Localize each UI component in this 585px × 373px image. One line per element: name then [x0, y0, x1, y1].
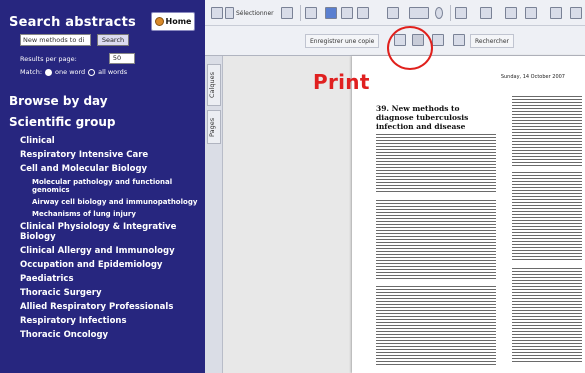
match-one-word-radio[interactable] — [45, 68, 53, 76]
zoom-in-icon[interactable] — [435, 7, 443, 19]
text-column-2b — [512, 172, 582, 262]
toolbar-top: Sélectionner — [205, 0, 585, 26]
search-input[interactable]: New methods to di — [20, 34, 91, 46]
actual-size-icon[interactable] — [325, 7, 337, 19]
category-clinical-allergy[interactable]: Clinical Allergy and Immunology — [20, 246, 200, 256]
navigation-tabs: Calques Pages — [205, 56, 223, 373]
category-thoracic-oncology[interactable]: Thoracic Oncology — [20, 330, 200, 340]
subcategory-molecular-pathology[interactable]: Molecular pathology and functional genom… — [20, 178, 200, 194]
restore-button[interactable]: Rechercher — [470, 34, 514, 48]
text-column-1c — [376, 286, 496, 366]
results-per-page-label: Results per page: — [20, 54, 77, 63]
subcategory-airway-cell-biology[interactable]: Airway cell biology and immunopathology — [20, 198, 200, 206]
save-copy-button[interactable]: Enregistrer une copie — [305, 34, 380, 48]
page-date: Sunday, 14 October 2007 — [500, 74, 565, 80]
category-respiratory-infections[interactable]: Respiratory Infections — [20, 316, 200, 326]
zoom-select[interactable] — [409, 7, 429, 19]
home-button[interactable]: Home — [151, 12, 195, 31]
category-paediatrics[interactable]: Paediatrics — [20, 274, 200, 284]
text-column-1 — [376, 134, 496, 194]
select-tool-label[interactable]: Sélectionner — [236, 10, 274, 17]
help-icon[interactable] — [550, 7, 562, 19]
home-icon — [154, 17, 164, 26]
category-respiratory-intensive-care[interactable]: Respiratory Intensive Care — [20, 150, 200, 160]
toolbar-separator — [300, 5, 301, 21]
results-per-page-select[interactable]: 50 — [108, 53, 135, 64]
page-layout-icon[interactable] — [480, 7, 492, 19]
more-icon[interactable] — [570, 7, 582, 19]
search-button[interactable]: Search — [97, 34, 129, 46]
match-all-words-radio[interactable] — [88, 68, 96, 76]
search-sidebar: Search abstracts Home New methods to di … — [0, 0, 205, 373]
home-label: Home — [165, 17, 192, 26]
rotate-icon[interactable] — [455, 7, 467, 19]
match-row: Match: one word all words — [20, 68, 127, 76]
results-per-page-row: Results per page: 50 — [20, 53, 135, 64]
category-clinical-physiology[interactable]: Clinical Physiology & Integrative Biolog… — [20, 222, 200, 242]
document-gutter — [223, 56, 352, 373]
text-column-2 — [512, 96, 582, 166]
scientific-group-heading: Scientific group — [9, 115, 116, 129]
search-document-icon[interactable] — [432, 34, 444, 46]
browse-by-day-link[interactable]: Browse by day — [9, 94, 108, 108]
print-highlight-circle — [387, 26, 433, 70]
subcategory-mechanisms-lung-injury[interactable]: Mechanisms of lung injury — [20, 210, 200, 218]
fit-page-icon[interactable] — [341, 7, 353, 19]
screenshot-root: Search abstracts Home New methods to di … — [0, 0, 585, 373]
sidebar-title: Search abstracts — [9, 15, 136, 30]
text-column-2c — [512, 268, 582, 363]
fit-width-icon[interactable] — [357, 7, 369, 19]
tab-calques[interactable]: Calques — [207, 64, 221, 106]
search-web-icon[interactable] — [453, 34, 465, 46]
pdf-page: Sunday, 14 October 2007 39. New methods … — [352, 56, 585, 373]
category-allied-respiratory[interactable]: Allied Respiratory Professionals — [20, 302, 200, 312]
abstract-title: 39. New methods to diagnose tuberculosis… — [376, 104, 469, 131]
match-one-word-label: one word — [55, 68, 86, 76]
history-icon[interactable] — [505, 7, 517, 19]
zoom-out-icon[interactable] — [387, 7, 399, 19]
search-icon[interactable] — [525, 7, 537, 19]
scientific-group-list: Clinical Respiratory Intensive Care Cell… — [20, 136, 200, 344]
toolbar-separator-2 — [450, 5, 451, 21]
print-annotation: Print — [313, 70, 370, 94]
hand-tool-icon[interactable] — [211, 7, 223, 19]
tab-pages[interactable]: Pages — [207, 110, 221, 144]
category-thoracic-surgery[interactable]: Thoracic Surgery — [20, 288, 200, 298]
match-all-words-label: all words — [98, 68, 128, 76]
category-cell-molecular-biology[interactable]: Cell and Molecular Biology — [20, 164, 200, 174]
category-occupation-epidemiology[interactable]: Occupation and Epidemiology — [20, 260, 200, 270]
pdf-viewer: Sélectionner Enregistrer une copie Reche… — [205, 0, 585, 373]
select-arrow-icon[interactable] — [225, 7, 234, 19]
search-row: New methods to di Search — [20, 34, 129, 46]
snapshot-icon[interactable] — [281, 7, 293, 19]
category-clinical[interactable]: Clinical — [20, 136, 200, 146]
text-column-1b — [376, 200, 496, 280]
zoom-icon[interactable] — [305, 7, 317, 19]
match-label: Match: — [20, 68, 43, 76]
